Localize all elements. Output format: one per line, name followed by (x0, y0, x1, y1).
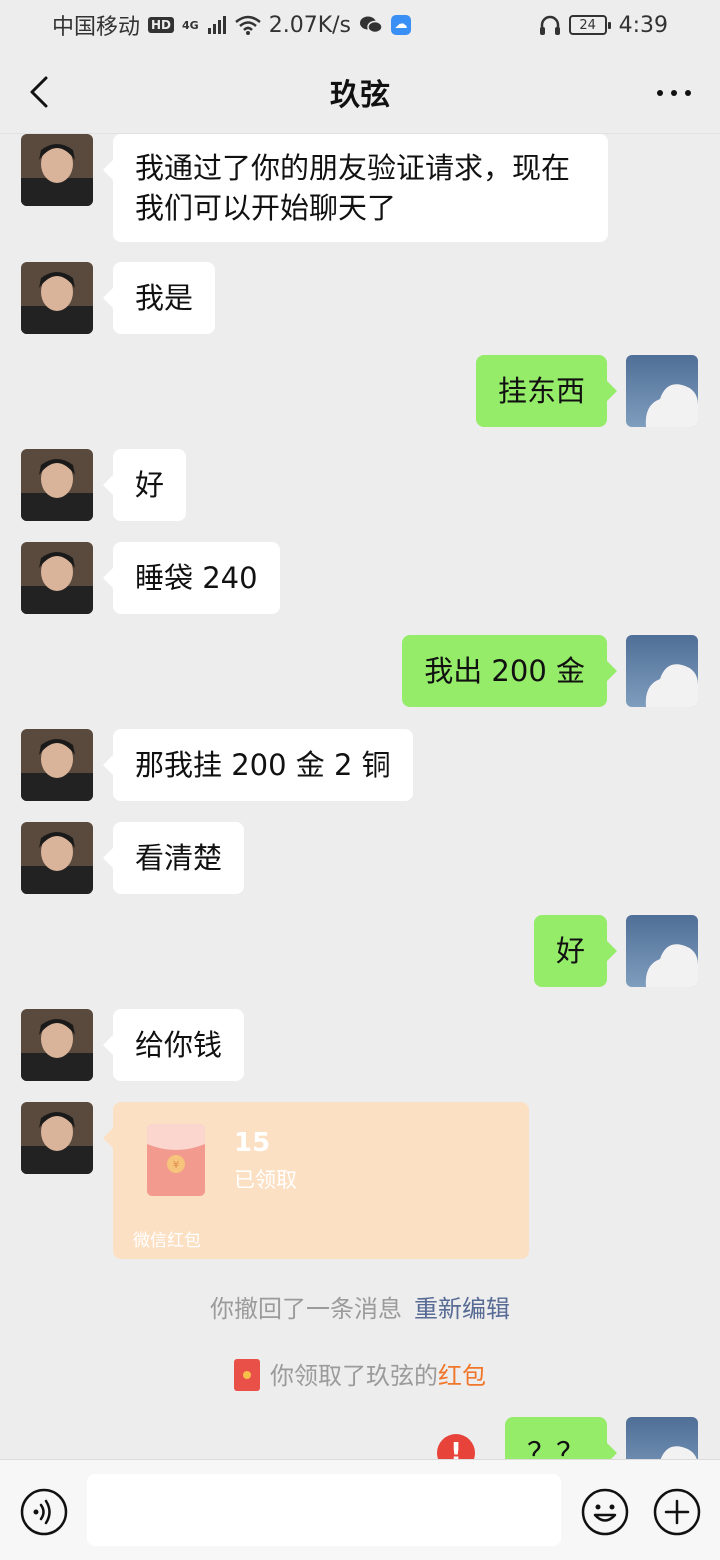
message-text: 看清楚 (135, 841, 223, 875)
cloud-app-icon: ☁ (391, 15, 412, 35)
message-text: 那我挂 200 金 2 铜 (135, 748, 391, 782)
message-bubble-out[interactable]: 我出 200 金 (402, 635, 617, 707)
my-avatar[interactable] (626, 915, 698, 987)
my-avatar[interactable] (626, 635, 698, 707)
message-text: 给你钱 (135, 1028, 223, 1062)
message-bubble-in[interactable]: 那我挂 200 金 2 铜 (103, 729, 413, 801)
red-packet-link[interactable]: 红包 (438, 1362, 486, 1390)
svg-text:¥: ¥ (173, 1160, 179, 1171)
message-list[interactable]: 我通过了你的朋友验证请求，现在我们可以开始聊天了 我是 挂东西 好 睡袋 240… (0, 134, 720, 1459)
red-packet-card[interactable]: ¥ 15 已领取 微信红包 (103, 1102, 529, 1259)
recall-text: 你撤回了一条消息 (210, 1295, 402, 1323)
back-icon[interactable] (22, 72, 62, 112)
message-text: 我是 (135, 281, 194, 315)
red-packet-amount: 15 (234, 1128, 271, 1158)
message-bubble-out[interactable]: ？？ (504, 1417, 618, 1459)
red-packet-received-notice: 你领取了玖弦的红包 (0, 1356, 720, 1393)
contact-avatar[interactable] (21, 822, 93, 894)
wechat-icon (360, 16, 383, 34)
message-text: 好 (555, 934, 585, 968)
my-avatar[interactable] (626, 1417, 698, 1459)
message-bubble-out[interactable]: 好 (533, 915, 618, 987)
carrier-label: 中国移动 (52, 15, 141, 40)
headphones-icon (539, 15, 560, 35)
status-right: 24 4:39 (539, 13, 668, 38)
plus-icon[interactable] (653, 1488, 701, 1536)
message-text: 好 (135, 468, 165, 502)
message-bubble-in[interactable]: 好 (102, 449, 187, 521)
my-avatar[interactable] (626, 355, 698, 427)
contact-avatar[interactable] (21, 1009, 93, 1081)
send-failed-icon[interactable]: ! (437, 1434, 475, 1459)
contact-avatar[interactable] (21, 729, 93, 801)
message-bubble-in[interactable]: 看清楚 (102, 822, 245, 894)
recall-notice: 你撤回了一条消息 重新编辑 (0, 1289, 720, 1324)
message-bubble-out[interactable]: 挂东西 (475, 355, 618, 427)
status-bar: 中国移动 HD 4G 2.07K/s ☁ 24 4:39 (0, 0, 720, 50)
message-bubble-in[interactable]: 给你钱 (102, 1009, 245, 1081)
message-bubble-in[interactable]: 我是 (102, 262, 216, 334)
contact-avatar[interactable] (21, 449, 93, 521)
contact-avatar[interactable] (21, 134, 93, 206)
status-left: 中国移动 HD 4G 2.07K/s ☁ (52, 9, 412, 41)
battery-indicator: 24 (568, 15, 611, 35)
chat-header: 玖弦 (0, 50, 720, 134)
clock: 4:39 (618, 12, 668, 38)
message-text: 我出 200 金 (424, 654, 585, 688)
hd-badge: HD (148, 17, 175, 33)
red-envelope-small-icon (234, 1359, 260, 1391)
message-text: 我通过了你的朋友验证请求，现在我们可以开始聊天了 (135, 151, 571, 225)
message-bubble-in[interactable]: 我通过了你的朋友验证请求，现在我们可以开始聊天了 (103, 134, 608, 242)
network-speed: 2.07K/s (268, 12, 352, 38)
voice-icon[interactable] (20, 1488, 68, 1536)
red-envelope-icon: ¥ (147, 1124, 205, 1196)
contact-avatar[interactable] (21, 1102, 93, 1174)
signal-icon (207, 16, 226, 34)
red-packet-status: 已领取 (234, 1168, 297, 1192)
reedit-link[interactable]: 重新编辑 (414, 1295, 510, 1323)
contact-avatar[interactable] (21, 542, 93, 614)
network-label: 4G (182, 18, 199, 32)
message-text: ？？ (526, 1436, 585, 1459)
red-packet-label: 微信红包 (133, 1231, 201, 1251)
wifi-icon (234, 15, 261, 35)
input-bar (0, 1459, 720, 1560)
emoji-icon[interactable] (581, 1488, 629, 1536)
contact-avatar[interactable] (21, 262, 93, 334)
received-text: 你领取了玖弦的 (270, 1362, 438, 1390)
message-text: 挂东西 (497, 374, 585, 408)
message-input[interactable] (87, 1474, 561, 1546)
chat-title: 玖弦 (330, 77, 390, 113)
message-text: 睡袋 240 (135, 561, 258, 595)
message-bubble-in[interactable]: 睡袋 240 (103, 542, 280, 614)
more-icon[interactable] (654, 78, 694, 108)
